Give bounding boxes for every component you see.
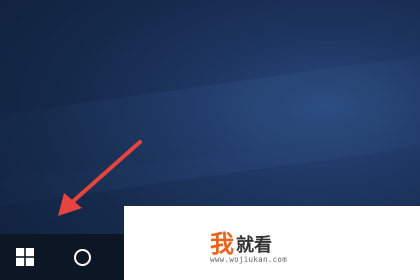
start-button[interactable] (0, 234, 50, 280)
watermark-overlay: 我 就看 www.wojiukan.com (124, 206, 420, 280)
windows-logo-icon (16, 248, 34, 266)
cortana-circle-icon (73, 248, 91, 266)
watermark-char-1: 我 (210, 230, 234, 258)
desktop-wallpaper (0, 0, 420, 234)
watermark-logo: 我 就看 (210, 226, 272, 256)
cortana-search-button[interactable] (58, 234, 106, 280)
watermark-chars: 就看 (236, 235, 272, 256)
watermark-url: www.wojiukan.com (210, 255, 288, 264)
